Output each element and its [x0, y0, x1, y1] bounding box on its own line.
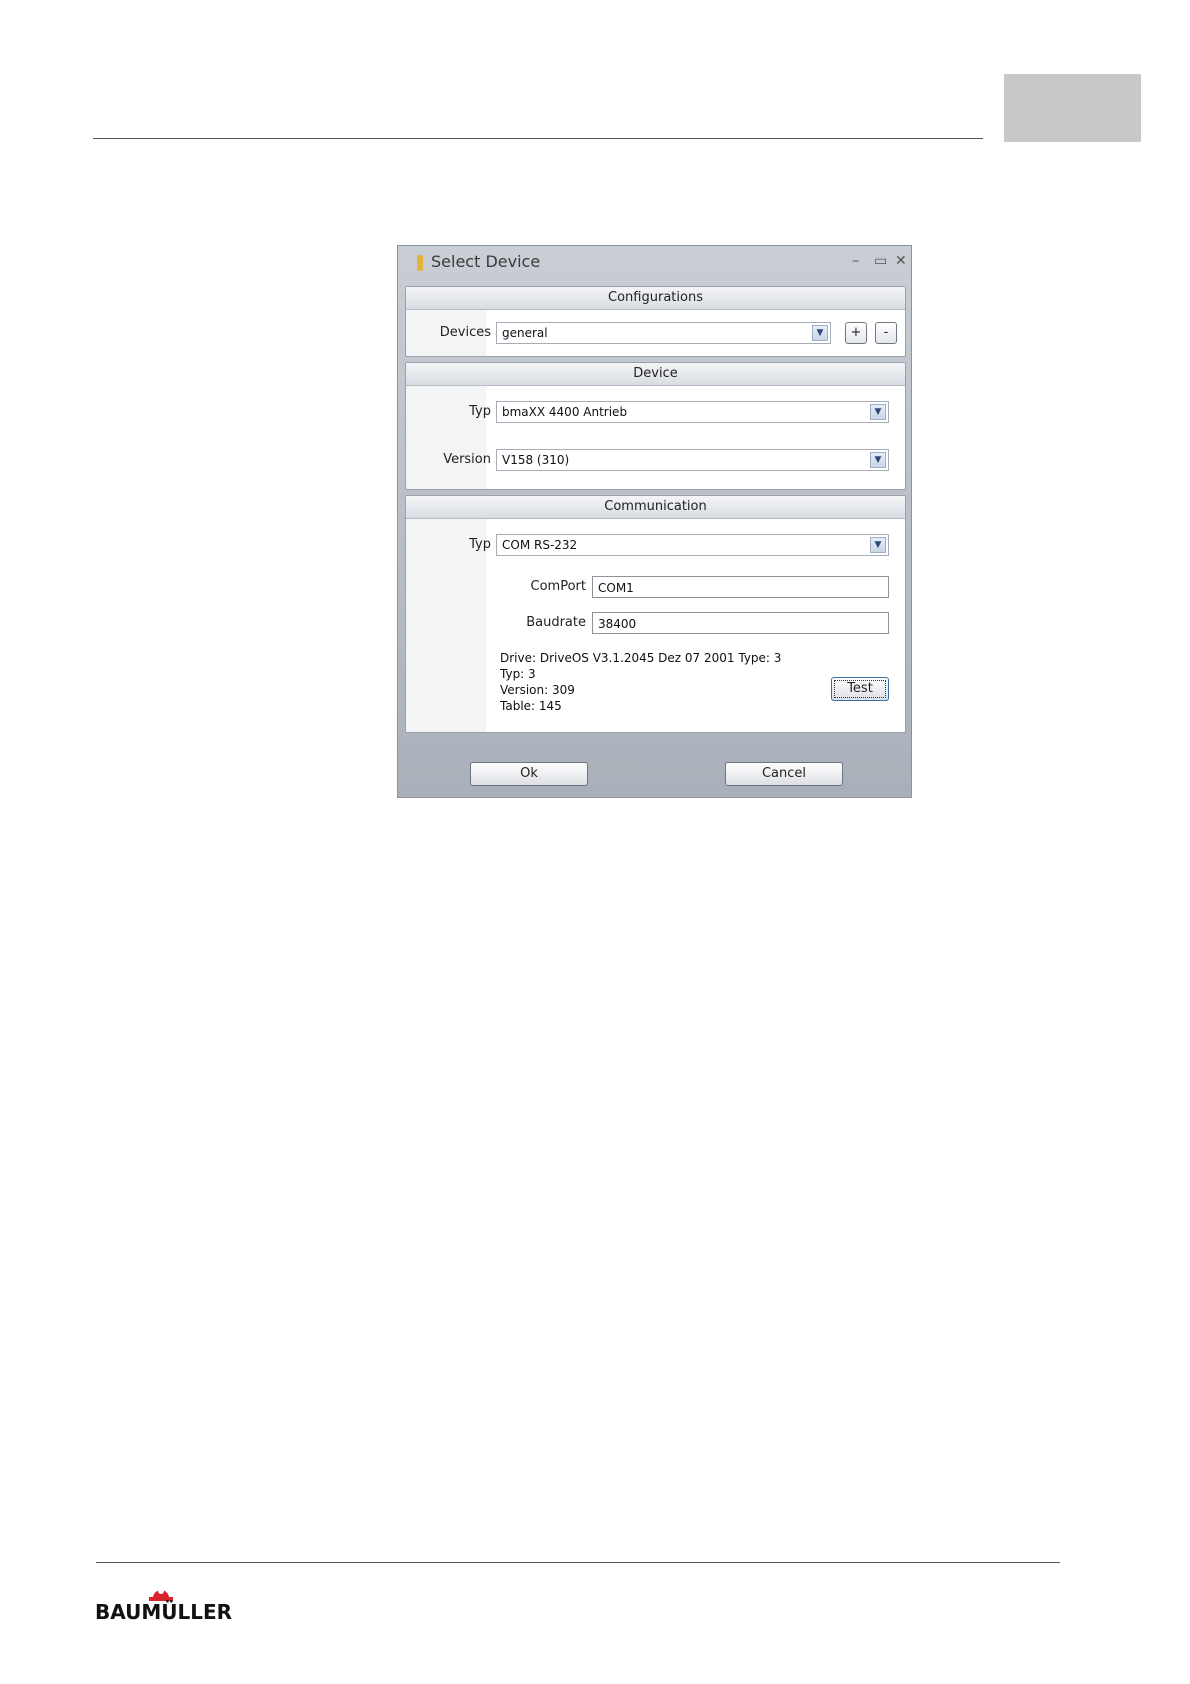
devices-label: Devices: [439, 325, 491, 340]
minimize-icon[interactable]: –: [852, 254, 859, 268]
chevron-down-icon[interactable]: ▼: [870, 404, 886, 420]
maximize-icon[interactable]: ▭: [874, 254, 887, 268]
devices-value: general: [502, 326, 548, 340]
device-header: Device: [406, 363, 905, 386]
header-rule: [93, 138, 983, 139]
chevron-down-icon[interactable]: ▼: [870, 452, 886, 468]
window-title: Select Device: [431, 252, 541, 271]
devices-dropdown[interactable]: general ▼: [496, 322, 831, 344]
configurations-panel: Configurations Devices general ▼ + -: [405, 286, 906, 357]
ok-button[interactable]: Ok: [470, 762, 588, 786]
device-version-dropdown[interactable]: V158 (310) ▼: [496, 449, 889, 471]
info-line: Drive: DriveOS V3.1.2045 Dez 07 2001 Typ…: [500, 651, 782, 665]
chevron-down-icon[interactable]: ▼: [812, 325, 828, 341]
footer-rule: [96, 1562, 1060, 1563]
title-bar[interactable]: Select Device – ▭ ✕: [398, 246, 911, 278]
comport-label: ComPort: [530, 579, 586, 594]
chevron-down-icon[interactable]: ▼: [870, 537, 886, 553]
configurations-header: Configurations: [406, 287, 905, 310]
communication-typ-label: Typ: [469, 537, 491, 552]
communication-panel: Communication Typ COM RS-232 ▼ ComPort B…: [405, 495, 906, 733]
select-device-dialog: Select Device – ▭ ✕ Configurations Devic…: [397, 245, 912, 798]
comport-field[interactable]: [592, 576, 889, 598]
device-typ-value: bmaXX 4400 Antrieb: [502, 405, 628, 419]
communication-typ-dropdown[interactable]: COM RS-232 ▼: [496, 534, 889, 556]
device-panel: Device Typ bmaXX 4400 Antrieb ▼ Version …: [405, 362, 906, 490]
communication-typ-value: COM RS-232: [502, 538, 578, 552]
baudrate-field[interactable]: [592, 612, 889, 634]
remove-configuration-button[interactable]: -: [875, 322, 897, 344]
cancel-button[interactable]: Cancel: [725, 762, 843, 786]
logo-text: BAUMÜLLER: [95, 1600, 233, 1624]
device-version-value: V158 (310): [502, 453, 570, 467]
communication-header: Communication: [406, 496, 905, 519]
chapter-tab: [1004, 74, 1141, 142]
baudrate-label: Baudrate: [526, 615, 586, 630]
info-line: Typ: 3: [500, 667, 536, 681]
add-configuration-button[interactable]: +: [845, 322, 867, 344]
baumuller-logo: BAUMÜLLER: [95, 1576, 245, 1624]
test-button[interactable]: Test: [831, 677, 889, 701]
device-typ-label: Typ: [469, 404, 491, 419]
device-info-box: Drive: DriveOS V3.1.2045 Dez 07 2001 Typ…: [496, 647, 822, 731]
device-version-label: Version: [443, 452, 491, 467]
comport-input[interactable]: [593, 578, 884, 598]
app-icon: [417, 255, 423, 271]
info-line: Version: 309: [500, 683, 575, 697]
device-typ-dropdown[interactable]: bmaXX 4400 Antrieb ▼: [496, 401, 889, 423]
baudrate-input[interactable]: [593, 614, 884, 634]
close-icon[interactable]: ✕: [895, 254, 907, 268]
info-line: Table: 145: [500, 699, 562, 713]
